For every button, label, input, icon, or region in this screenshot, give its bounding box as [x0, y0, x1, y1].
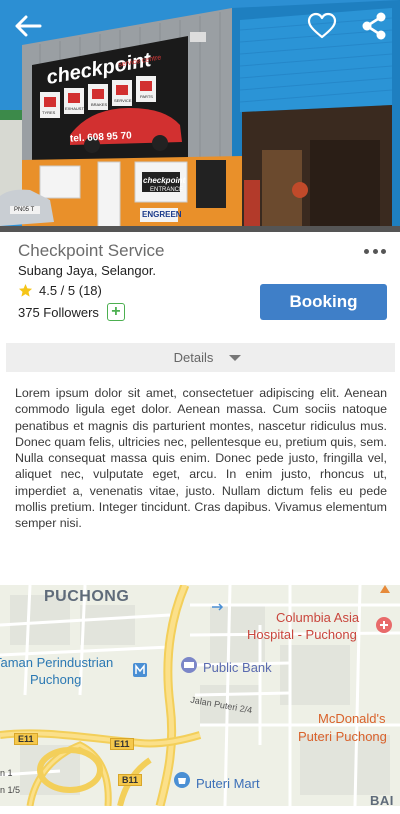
- sign-tile: TYRES: [42, 110, 56, 115]
- location-map[interactable]: PUCHONG Taman Perindustrian Puchong Colu…: [0, 585, 400, 806]
- side-sign: checkpoint: [143, 176, 186, 185]
- more-dot-icon: [372, 248, 378, 254]
- map-mart-label: Puteri Mart: [196, 776, 260, 791]
- rating-text: 4.5 / 5 (18): [39, 283, 102, 298]
- chevron-down-icon: [229, 354, 242, 361]
- map-edge-label: BAI: [370, 793, 394, 806]
- banner-brand: ENGREEN: [142, 210, 182, 219]
- map-mcdonalds-label-2: Puteri Puchong: [298, 729, 387, 744]
- followers-count: 375 Followers: [18, 304, 99, 320]
- arrow-left-icon: [15, 15, 42, 37]
- map-industrial-label: Taman Perindustrian: [0, 655, 114, 670]
- shop-rating: 4.5 / 5 (18): [18, 283, 102, 298]
- details-tab-label: Details: [173, 350, 214, 365]
- map-hospital-label: Columbia Asia: [276, 610, 360, 625]
- map-edge-label: n 1/5: [0, 785, 21, 795]
- shop-photo: checkpoint service centre tel. 608 95 70…: [0, 0, 400, 232]
- heart-icon: [307, 12, 337, 39]
- more-dot-icon: [381, 248, 386, 254]
- booking-button[interactable]: Booking: [260, 284, 387, 320]
- sign-tile: PARTS: [140, 94, 153, 99]
- map-hospital-label-2: Hospital - Puchong: [247, 627, 357, 642]
- follow-button[interactable]: +: [106, 303, 125, 321]
- shop-description: Lorem ipsum dolor sit amet, consectetuer…: [15, 386, 387, 531]
- storefront-illustration: [0, 0, 400, 232]
- map-industrial-label-2: Puchong: [30, 672, 82, 687]
- shop-name: Checkpoint Service: [18, 241, 165, 260]
- share-button[interactable]: [358, 10, 390, 42]
- sign-tile: SERVICE: [114, 98, 132, 103]
- map-road-b11: B11: [118, 774, 143, 786]
- back-button[interactable]: [12, 10, 44, 42]
- star-icon: [18, 283, 33, 297]
- shop-followers: 375 Followers +: [18, 303, 125, 321]
- side-sign-sub: ENTRANCE: [150, 187, 184, 193]
- shop-location: Subang Jaya, Selangor.: [18, 263, 157, 278]
- plate-left: PN05 T: [14, 207, 35, 213]
- map-road-e11: E11: [14, 733, 38, 745]
- map-mcdonalds-label: McDonald's: [318, 711, 386, 726]
- sign-tile: EXHAUSTS: [65, 106, 87, 111]
- map-bank-label: Public Bank: [203, 660, 272, 675]
- more-dot-icon: [364, 248, 369, 254]
- map-edge-label: n 1: [0, 768, 13, 778]
- details-tab[interactable]: Details: [6, 343, 395, 372]
- map-area-label: PUCHONG: [44, 588, 130, 605]
- more-options-button[interactable]: [362, 243, 388, 259]
- map-road-e11: E11: [110, 738, 134, 750]
- favorite-button[interactable]: [306, 10, 338, 42]
- share-icon: [362, 12, 386, 40]
- plus-icon: +: [111, 303, 121, 320]
- shop-info: Checkpoint Service Subang Jaya, Selangor…: [0, 232, 400, 340]
- sign-tile: BRAKES: [91, 102, 108, 107]
